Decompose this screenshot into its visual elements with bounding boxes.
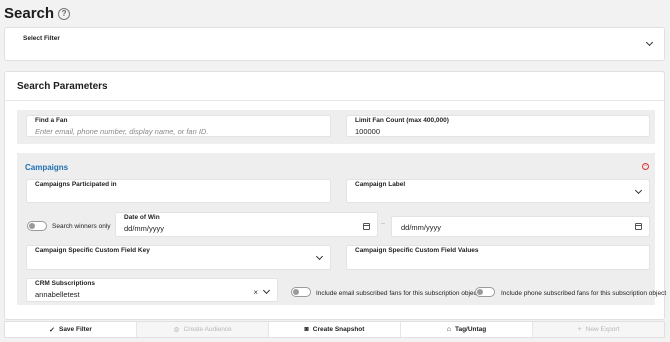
filter-panel: Select Filter: [4, 27, 665, 61]
date-from-value: dd/mm/yyyy: [124, 224, 165, 233]
create-audience-label: Create Audience: [183, 326, 232, 333]
action-bar: ✓ Save Filter ⚙ Create Audience ◙ Create…: [4, 321, 665, 338]
chevron-down-icon: [634, 186, 643, 195]
campaign-label-select[interactable]: Campaign Label: [346, 179, 650, 203]
campaigns-participated-label: Campaigns Participated in: [35, 181, 117, 188]
winners-only-label: Search winners only: [52, 223, 111, 230]
camera-icon: ◙: [304, 326, 309, 333]
custom-field-values-input[interactable]: Campaign Specific Custom Field Values: [346, 245, 650, 270]
calendar-icon[interactable]: [635, 223, 642, 230]
save-filter-button[interactable]: ✓ Save Filter: [5, 322, 137, 337]
tag-icon: ⌂: [446, 326, 451, 333]
date-range-separator: ~: [381, 221, 386, 228]
custom-field-key-label: Campaign Specific Custom Field Key: [35, 247, 150, 254]
limit-fan-count-input[interactable]: Limit Fan Count (max 400,000) 100000: [346, 115, 650, 137]
create-snapshot-button[interactable]: ◙ Create Snapshot: [269, 322, 401, 337]
find-fan-input[interactable]: Find a Fan Enter email, phone number, di…: [26, 115, 331, 137]
page-title: Search: [4, 4, 55, 22]
select-filter-label: Select Filter: [23, 35, 60, 42]
new-export-button[interactable]: + New Export: [533, 322, 664, 337]
help-icon[interactable]: ?: [58, 7, 71, 20]
campaigns-title: Campaigns: [25, 163, 69, 172]
campaigns-participated-select[interactable]: Campaigns Participated in: [26, 179, 331, 203]
crm-subscriptions-label: CRM Subscriptions: [35, 280, 95, 287]
audience-icon: ⚙: [173, 326, 180, 334]
create-audience-button[interactable]: ⚙ Create Audience: [137, 322, 269, 337]
limit-fan-count-value: 100000: [355, 127, 381, 136]
search-parameters-title: Search Parameters: [17, 81, 108, 92]
find-fan-label: Find a Fan: [35, 117, 68, 124]
tag-untag-button[interactable]: ⌂ Tag/Untag: [401, 322, 533, 337]
campaign-label-label: Campaign Label: [355, 181, 406, 188]
search-parameters-panel: Search Parameters Find a Fan Enter email…: [4, 71, 666, 320]
calendar-icon[interactable]: [363, 223, 370, 230]
find-fan-band: Find a Fan Enter email, phone number, di…: [17, 110, 655, 144]
phone-subscribed-toggle[interactable]: [475, 287, 495, 297]
date-of-win-label: Date of Win: [124, 214, 160, 221]
section-divider: [5, 100, 664, 101]
find-fan-placeholder: Enter email, phone number, display name,…: [35, 127, 209, 136]
chevron-down-icon[interactable]: [262, 286, 271, 295]
create-snapshot-label: Create Snapshot: [312, 326, 365, 333]
date-of-win-from[interactable]: Date of Win dd/mm/yyyy: [115, 212, 378, 237]
winners-only-toggle[interactable]: [27, 221, 47, 231]
save-filter-label: Save Filter: [58, 326, 92, 333]
export-icon: +: [577, 326, 582, 333]
page-header: Search ?: [4, 2, 71, 24]
custom-field-values-label: Campaign Specific Custom Field Values: [355, 247, 479, 254]
select-filter-dropdown[interactable]: Select Filter: [11, 32, 660, 57]
new-export-label: New Export: [585, 326, 620, 333]
date-of-win-to[interactable]: dd/mm/yyyy: [391, 216, 650, 237]
campaigns-section: Campaigns − Campaigns Participated in Ca…: [17, 153, 666, 305]
email-subscribed-toggle[interactable]: [291, 287, 311, 297]
check-icon: ✓: [49, 326, 55, 334]
custom-field-key-select[interactable]: Campaign Specific Custom Field Key: [26, 245, 331, 270]
crm-subscriptions-select[interactable]: CRM Subscriptions annabelletest ×: [26, 278, 278, 302]
clear-icon[interactable]: ×: [253, 288, 258, 297]
chevron-down-icon: [645, 38, 654, 47]
phone-subscribed-label: Include phone subscribed fans for this s…: [501, 290, 667, 297]
tag-untag-label: Tag/Untag: [454, 326, 487, 333]
date-to-value: dd/mm/yyyy: [401, 223, 442, 232]
chevron-down-icon: [315, 252, 324, 261]
email-subscribed-label: Include email subscribed fans for this s…: [316, 290, 479, 297]
remove-campaigns-icon[interactable]: −: [642, 163, 649, 170]
crm-subscriptions-value: annabelletest: [35, 290, 80, 299]
limit-fan-count-label: Limit Fan Count (max 400,000): [355, 117, 449, 124]
